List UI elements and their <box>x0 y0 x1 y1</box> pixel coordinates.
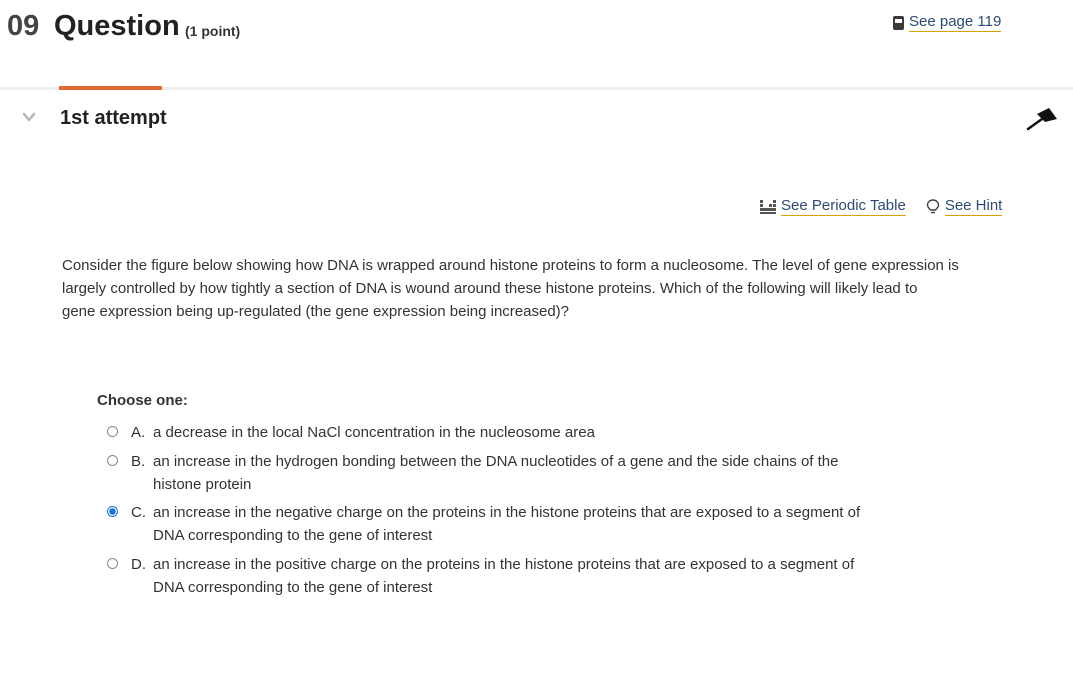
choose-one-label: Choose one: <box>97 392 188 409</box>
option-letter: A. <box>131 424 146 441</box>
chevron-down-icon[interactable] <box>22 110 36 124</box>
periodic-table-link[interactable]: See Periodic Table <box>781 197 906 216</box>
lightbulb-icon <box>926 198 940 213</box>
question-title: Question <box>54 10 180 42</box>
hint-link[interactable]: See Hint <box>944 197 1003 216</box>
radio-b[interactable] <box>107 455 118 466</box>
pin-arrow-icon[interactable] <box>1025 106 1059 132</box>
book-icon <box>893 15 904 30</box>
option-text: an increase in the positive charge on th… <box>153 556 855 573</box>
see-page-link[interactable]: See page 119 <box>909 13 1002 32</box>
see-page-link-group[interactable]: See page 119 <box>893 13 1002 32</box>
question-text: Consider the figure below showing how DN… <box>62 254 1022 323</box>
option-letter: D. <box>131 556 146 573</box>
attempt-label: 1st attempt <box>60 107 167 129</box>
question-tools: See Periodic Table See Hint <box>760 197 1003 216</box>
question-line: largely controlled by how tightly a sect… <box>62 280 918 297</box>
option-letter: C. <box>131 504 146 521</box>
option-text: DNA corresponding to the gene of interes… <box>153 527 433 544</box>
attempt-tab-indicator <box>59 86 162 90</box>
question-line: Consider the figure below showing how DN… <box>62 257 959 274</box>
option-c[interactable]: C. an increase in the negative charge on… <box>107 501 860 547</box>
radio-c-selected[interactable] <box>107 506 118 517</box>
option-d[interactable]: D. an increase in the positive charge on… <box>107 553 854 599</box>
option-text: DNA corresponding to the gene of interes… <box>153 579 433 596</box>
question-header: 09 Question (1 point) See page 119 <box>0 0 1073 88</box>
option-b[interactable]: B. an increase in the hydrogen bonding b… <box>107 450 839 496</box>
question-number: 09 <box>7 10 40 42</box>
option-text: an increase in the hydrogen bonding betw… <box>153 453 839 470</box>
option-letter: B. <box>131 453 146 470</box>
option-a[interactable]: A. a decrease in the local NaCl concentr… <box>107 421 595 444</box>
option-text: histone protein <box>153 476 252 493</box>
periodic-table-button[interactable]: See Periodic Table <box>760 197 906 216</box>
question-points: (1 point) <box>185 23 241 39</box>
hint-button[interactable]: See Hint <box>906 197 1003 216</box>
option-text: an increase in the negative charge on th… <box>153 504 861 521</box>
option-text: a decrease in the local NaCl concentrati… <box>153 424 595 441</box>
question-line: gene expression being up-regulated (the … <box>62 303 570 320</box>
periodic-table-icon <box>760 199 776 214</box>
radio-a[interactable] <box>107 426 118 437</box>
radio-d[interactable] <box>107 558 118 569</box>
